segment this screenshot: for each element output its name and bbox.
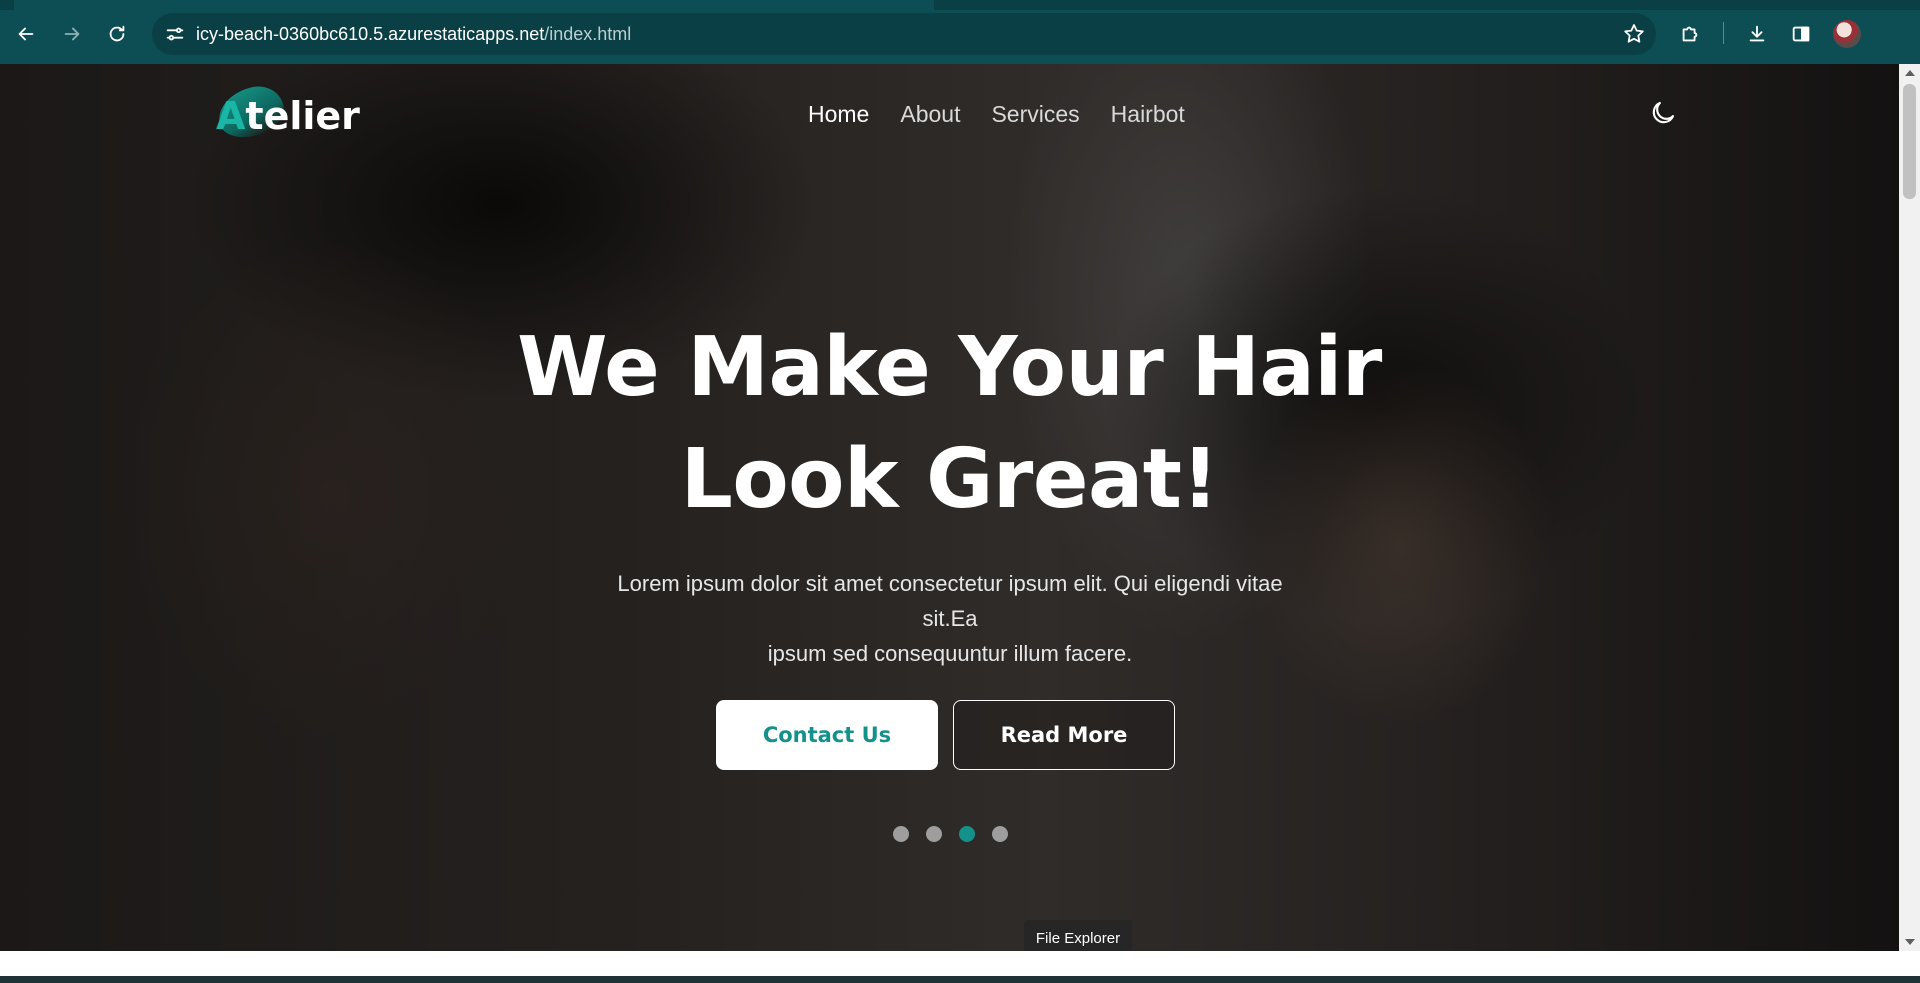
page-below-fold: [0, 951, 1920, 976]
downloads-button[interactable]: [1739, 16, 1775, 52]
contact-us-button[interactable]: Contact Us: [716, 700, 938, 770]
hero-headline: We Make Your Hair Look Great!: [0, 312, 1899, 536]
url-domain: icy-beach-0360bc610.5.azurestaticapps.ne…: [196, 24, 545, 44]
logo-initial: A: [216, 94, 246, 138]
hero-subtitle: Lorem ipsum dolor sit amet consectetur i…: [590, 566, 1310, 671]
puzzle-icon: [1682, 26, 1698, 42]
taskbar-edge: [0, 976, 1920, 983]
nav-about[interactable]: About: [900, 100, 960, 128]
forward-arrow-icon: [64, 27, 80, 41]
star-icon[interactable]: [1622, 22, 1646, 46]
active-tab-edge[interactable]: [14, 0, 934, 10]
avatar[interactable]: [1833, 20, 1861, 48]
headline-line-2: Look Great!: [680, 432, 1219, 527]
download-icon: [1749, 25, 1765, 42]
nav-hairbot[interactable]: Hairbot: [1111, 100, 1185, 128]
scrollbar-thumb[interactable]: [1903, 84, 1916, 199]
logo-text: Atelier: [216, 92, 360, 140]
subtitle-line-2: ipsum sed consequuntur illum facere.: [767, 641, 1133, 666]
carousel-indicators: [893, 826, 1008, 842]
carousel-dot-4[interactable]: [992, 826, 1008, 842]
scroll-down-arrow-icon[interactable]: [1905, 939, 1915, 945]
url-text[interactable]: icy-beach-0360bc610.5.azurestaticapps.ne…: [196, 23, 631, 45]
moon-icon[interactable]: [1648, 98, 1678, 128]
browser-toolbar: icy-beach-0360bc610.5.azurestaticapps.ne…: [0, 0, 1920, 64]
reload-icon: [109, 25, 125, 42]
side-panel-icon: [1792, 26, 1810, 42]
side-panel-button[interactable]: [1783, 16, 1819, 52]
extensions-button[interactable]: [1672, 16, 1708, 52]
url-path: /index.html: [544, 24, 632, 44]
page-scrollbar[interactable]: [1899, 64, 1920, 951]
reload-button[interactable]: [99, 16, 135, 52]
read-more-button[interactable]: Read More: [953, 700, 1175, 770]
scroll-up-arrow-icon[interactable]: [1905, 70, 1915, 76]
site-info-icon[interactable]: [164, 23, 186, 45]
carousel-dot-1[interactable]: [893, 826, 909, 842]
subtitle-line-1: Lorem ipsum dolor sit amet consectetur i…: [617, 571, 1283, 631]
carousel-dot-2[interactable]: [926, 826, 942, 842]
page-viewport: Atelier Home About Services Hairbot We M…: [0, 64, 1899, 951]
main-nav: Home About Services Hairbot: [808, 100, 1185, 128]
headline-line-1: We Make Your Hair: [517, 320, 1382, 415]
nav-services[interactable]: Services: [991, 100, 1079, 128]
forward-button[interactable]: [54, 16, 90, 52]
back-button[interactable]: [8, 16, 44, 52]
address-bar[interactable]: icy-beach-0360bc610.5.azurestaticapps.ne…: [152, 13, 1656, 55]
carousel-dot-3[interactable]: [959, 826, 975, 842]
logo-rest: telier: [245, 94, 360, 138]
back-arrow-icon: [18, 27, 34, 41]
nav-home[interactable]: Home: [808, 100, 869, 128]
toolbar-divider: [1723, 22, 1724, 44]
